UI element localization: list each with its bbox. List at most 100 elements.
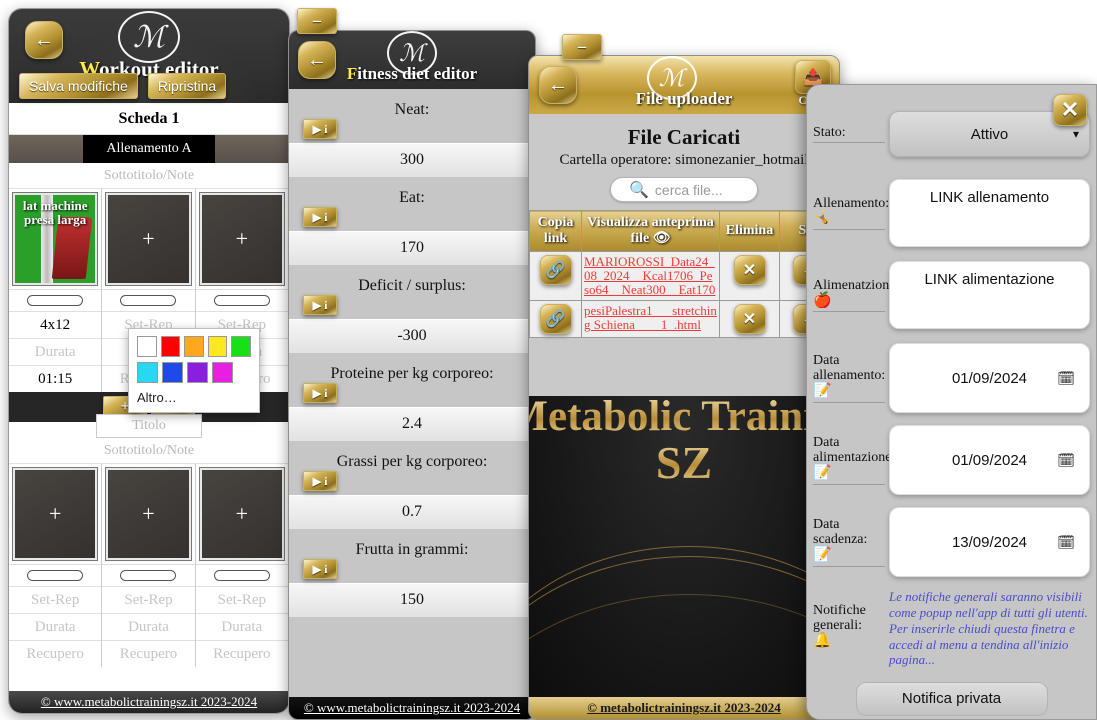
color-swatch[interactable]: [160, 336, 181, 357]
label-text: Alimenatzione:: [813, 277, 900, 293]
color-picker-popup[interactable]: Altro…: [128, 328, 260, 413]
allenamento-link-input[interactable]: LINK allenamento: [889, 179, 1090, 247]
recupero-placeholder[interactable]: Recupero: [195, 640, 288, 667]
add-exercise-tile[interactable]: +: [198, 467, 285, 561]
diet-field-neat: Neat: ▶ i 300: [289, 89, 535, 177]
info-button[interactable]: ▶ i: [303, 383, 337, 403]
color-swatch-row-2: [137, 362, 251, 383]
reset-button[interactable]: Ripristina: [147, 73, 227, 99]
add-exercise-tile[interactable]: +: [11, 467, 99, 561]
pill-shape-icon: [120, 570, 177, 581]
file-name-link[interactable]: pesiPalestra1___stretching Schiena____1_…: [584, 304, 717, 332]
block-title-input[interactable]: Titolo: [96, 414, 202, 438]
color-swatch[interactable]: [137, 362, 158, 383]
field-value[interactable]: 2.4: [289, 407, 535, 441]
durata-placeholder[interactable]: Durata: [9, 338, 102, 365]
color-swatch[interactable]: [212, 362, 233, 383]
copy-link-button[interactable]: 🔗: [539, 255, 572, 286]
uploader-heading: File Caricati: [627, 125, 741, 149]
info-button[interactable]: ▶ i: [303, 119, 337, 139]
durata-placeholder[interactable]: Durata: [102, 613, 195, 640]
copy-link-button[interactable]: 🔗: [539, 304, 572, 335]
minimize-button-diet[interactable]: –: [297, 8, 337, 34]
workout-emoji-icon: 🤸: [813, 210, 832, 227]
field-value[interactable]: 0.7: [289, 495, 535, 529]
exercise-cell-2: Recupero: [102, 640, 196, 667]
exercise-cell-3: +: [196, 464, 289, 564]
calendar-icon[interactable]: 🗓: [1057, 452, 1075, 469]
alimentazione-link-input[interactable]: LINK alimentazione: [889, 261, 1090, 329]
close-button[interactable]: ✕: [1053, 94, 1087, 126]
diet-title-rest: itness diet editor: [357, 64, 478, 83]
info-button[interactable]: ▶ i: [303, 471, 337, 491]
calendar-icon[interactable]: 🗓: [1057, 534, 1075, 551]
footer-link[interactable]: © www.metabolictrainingsz.it 2023-2024: [41, 694, 257, 710]
recupero-placeholder[interactable]: Recupero: [9, 640, 102, 667]
color-swatch[interactable]: [184, 336, 204, 357]
save-button[interactable]: Salva modifiche: [19, 73, 138, 99]
setrep-placeholder[interactable]: Set-Rep: [102, 586, 195, 613]
info-button[interactable]: ▶ i: [303, 295, 337, 315]
back-button[interactable]: ←: [25, 21, 63, 59]
color-pill[interactable]: [9, 289, 102, 311]
setrep-value[interactable]: 4x12: [9, 311, 102, 338]
color-pill[interactable]: [195, 564, 288, 586]
diet-field-grassi: Grassi per kg corporeo: ▶ i 0.7: [289, 441, 535, 529]
search-input[interactable]: 🔍 cerca file...: [610, 177, 758, 202]
background-brand-text: Metabolic Training: [529, 396, 839, 441]
form-row-allenamento: Allenamento: 🤸 LINK allenamento: [807, 179, 1096, 247]
field-label-data-scadenza: Data scadenza: 📝: [813, 517, 885, 567]
notifica-privata-button[interactable]: Notifica privata: [855, 682, 1048, 717]
column-copy-link[interactable]: Copia link: [529, 209, 582, 253]
exercise-cell-2: Set-Rep: [102, 586, 196, 613]
delete-file-button[interactable]: ✕: [733, 304, 766, 335]
subtitle-note-1[interactable]: Sottotitolo/Note: [9, 163, 289, 189]
color-swatch[interactable]: [162, 362, 183, 383]
memo-emoji-icon: 📝: [813, 465, 832, 482]
footer-link[interactable]: © metabolictrainingsz.it 2023-2024: [587, 700, 781, 716]
color-swatch[interactable]: [207, 336, 228, 357]
durata-placeholder[interactable]: Durata: [9, 613, 102, 640]
color-pill[interactable]: [102, 564, 195, 586]
color-swatch[interactable]: [187, 362, 208, 383]
data-alimentazione-input[interactable]: 01/09/2024 🗓: [889, 425, 1090, 495]
color-swatch[interactable]: [231, 336, 251, 357]
recupero-value[interactable]: 01:15: [9, 365, 102, 392]
allenamento-chip[interactable]: Allenamento A: [83, 135, 215, 163]
footer-link[interactable]: © www.metabolictrainingsz.it 2023-2024: [304, 700, 520, 716]
color-pill[interactable]: [195, 289, 288, 311]
subtitle-note-2[interactable]: Sottotitolo/Note: [9, 438, 289, 464]
exercise-cell-1: 4x12: [9, 311, 103, 338]
pill-shape-icon: [27, 570, 84, 581]
add-exercise-tile[interactable]: +: [105, 192, 192, 286]
field-value[interactable]: 150: [289, 583, 535, 617]
back-button-diet[interactable]: ←: [298, 41, 336, 79]
info-button[interactable]: ▶ i: [303, 559, 337, 579]
setrep-placeholder[interactable]: Set-Rep: [195, 586, 288, 613]
field-value[interactable]: -300: [289, 319, 535, 353]
recupero-placeholder[interactable]: Recupero: [102, 640, 195, 667]
minimize-button-uploader[interactable]: –: [562, 34, 602, 60]
color-swatch[interactable]: [137, 336, 157, 357]
data-scadenza-input[interactable]: 13/09/2024 🗓: [889, 507, 1090, 577]
file-name-link[interactable]: MARIOROSSI_Data24_08_2024__Kcal1706_Peso…: [584, 255, 717, 297]
color-pill[interactable]: [102, 289, 195, 311]
add-exercise-tile[interactable]: +: [198, 192, 285, 286]
form-row-alimentazione: Alimenatzione: 🍎 LINK alimentazione: [807, 261, 1096, 329]
durata-placeholder[interactable]: Durata: [195, 613, 288, 640]
field-value[interactable]: 300: [289, 143, 535, 177]
data-allenamento-input[interactable]: 01/09/2024 🗓: [889, 343, 1090, 413]
delete-file-button[interactable]: ✕: [733, 255, 766, 286]
setrep-placeholder[interactable]: Set-Rep: [9, 586, 102, 613]
color-more-option[interactable]: Altro…: [137, 388, 251, 408]
info-button[interactable]: ▶ i: [303, 207, 337, 227]
column-delete[interactable]: Elimina: [719, 209, 780, 253]
uploader-background-art: Metabolic Training SZ: [529, 396, 839, 697]
exercise-thumbnail[interactable]: lat machine presa larga: [11, 192, 99, 286]
color-pill[interactable]: [9, 564, 102, 586]
column-preview[interactable]: Visualizza anteprima file 👁: [581, 209, 720, 253]
field-value[interactable]: 170: [289, 231, 535, 265]
calendar-icon[interactable]: 🗓: [1057, 370, 1075, 387]
back-button-uploader[interactable]: ←: [539, 66, 577, 104]
add-exercise-tile[interactable]: +: [105, 467, 192, 561]
